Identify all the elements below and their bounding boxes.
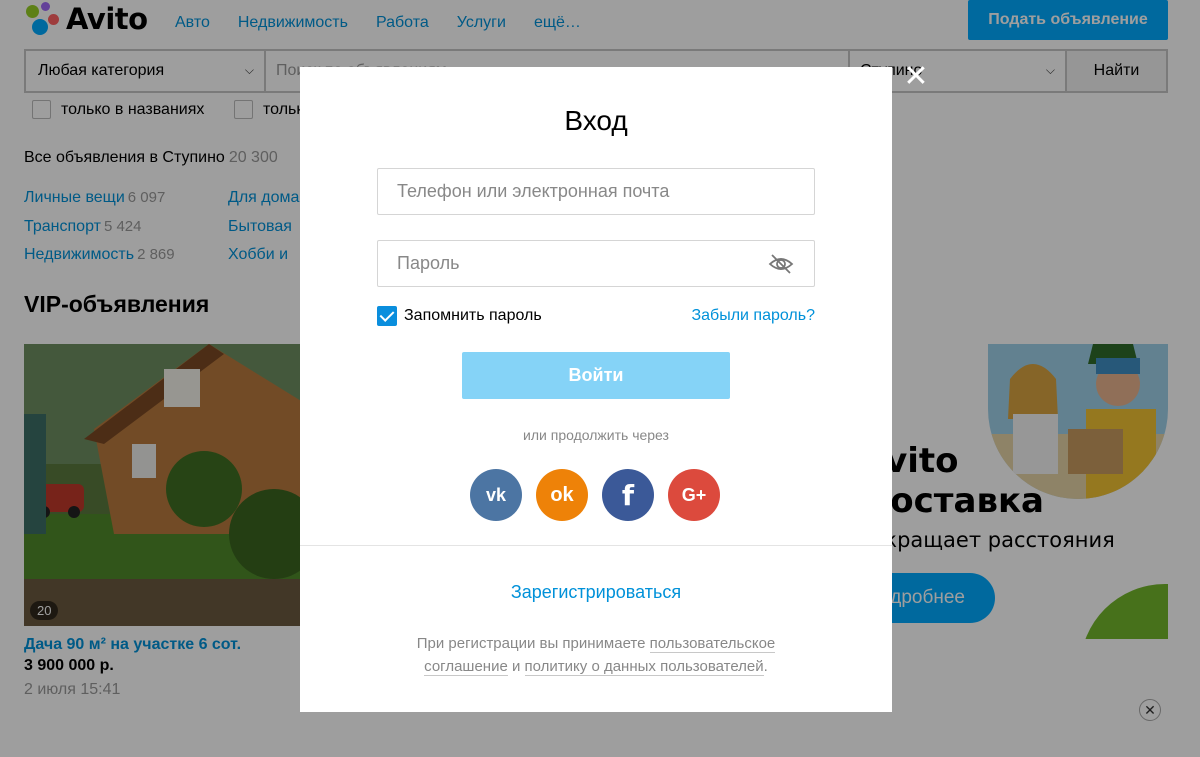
vk-icon[interactable]: vk (470, 469, 522, 521)
register-link[interactable]: Зарегистрироваться (300, 582, 892, 603)
google-plus-icon[interactable]: G+ (668, 469, 720, 521)
password-placeholder: Пароль (397, 253, 460, 273)
terms-suffix: . (763, 658, 768, 675)
checkmark-icon[interactable] (377, 306, 397, 326)
close-icon[interactable]: ✕ (901, 62, 931, 92)
eye-off-icon[interactable] (768, 252, 794, 276)
odnoklassniki-icon[interactable]: ok (536, 469, 588, 521)
facebook-icon[interactable]: f (602, 469, 654, 521)
terms-prefix: При регистрации вы принимаете (416, 635, 650, 652)
social-login-row: vk ok f G+ (470, 469, 720, 521)
privacy-policy-link[interactable]: политику о данных пользователей (524, 658, 764, 676)
login-modal: Вход Телефон или электронная почта Парол… (300, 67, 892, 712)
terms-text: При регистрации вы принимаете пользовате… (390, 632, 802, 678)
forgot-password-link[interactable]: Забыли пароль? (691, 307, 815, 325)
login-field[interactable]: Телефон или электронная почта (377, 168, 815, 215)
modal-divider (300, 545, 892, 546)
password-field[interactable]: Пароль (377, 240, 815, 287)
remember-password-checkbox[interactable]: Запомнить пароль (377, 306, 542, 326)
modal-title: Вход (564, 105, 628, 136)
remember-password-label: Запомнить пароль (404, 307, 542, 324)
login-button[interactable]: Войти (462, 352, 730, 399)
or-continue-text: или продолжить через (523, 427, 669, 443)
terms-middle: и (507, 658, 525, 675)
